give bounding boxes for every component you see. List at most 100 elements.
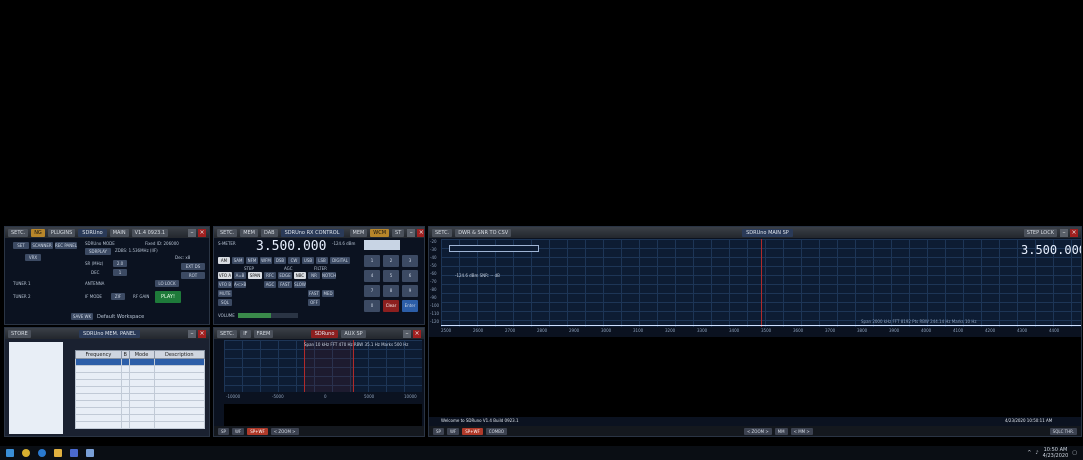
- aux-wf-button[interactable]: WF: [231, 427, 245, 435]
- nr-button[interactable]: NR: [308, 272, 320, 279]
- aux-close-icon[interactable]: ×: [413, 329, 421, 338]
- table-row[interactable]: [75, 421, 206, 429]
- aux-if-button[interactable]: IF: [240, 329, 251, 338]
- agc-button[interactable]: AGC: [264, 281, 276, 288]
- tray-chevron-icon[interactable]: ^: [1027, 450, 1031, 456]
- aux-zoom-button[interactable]: < ZOOM >: [270, 427, 299, 435]
- chrome-icon[interactable]: [22, 449, 30, 457]
- waterfall[interactable]: [429, 337, 1081, 417]
- table-row[interactable]: [75, 379, 206, 387]
- rx-minimize-icon[interactable]: –: [407, 228, 416, 237]
- close-icon[interactable]: ×: [198, 228, 206, 237]
- nbc-button[interactable]: NBC: [294, 272, 306, 279]
- mem-close-icon[interactable]: ×: [198, 329, 207, 338]
- aux-waterfall[interactable]: [224, 404, 422, 426]
- setc-button[interactable]: SETC.: [8, 228, 29, 237]
- key-3[interactable]: 3: [402, 255, 418, 267]
- step-lock-button[interactable]: STEP LOCK: [1023, 228, 1058, 237]
- col-description[interactable]: Description: [153, 350, 206, 359]
- main-spectrum-plot[interactable]: -124.6 dBm SNR: -- dB 3.500.000 Span 200…: [441, 239, 1081, 327]
- sdruno-icon[interactable]: [70, 449, 78, 457]
- key-9[interactable]: 9: [402, 285, 418, 297]
- col-mode[interactable]: Mode: [128, 350, 155, 359]
- mode-cw[interactable]: CW: [288, 257, 300, 264]
- minimize-icon[interactable]: –: [188, 228, 196, 237]
- scanner-button[interactable]: SCANNER: [31, 242, 53, 249]
- main-frequency-readout[interactable]: 3.500.000: [1021, 243, 1081, 257]
- mode-lsb[interactable]: LSB: [316, 257, 328, 264]
- key-5[interactable]: 5: [383, 270, 399, 282]
- sp-view-button[interactable]: SP: [433, 427, 444, 435]
- key-7[interactable]: 7: [364, 285, 380, 297]
- key-1[interactable]: 1: [364, 255, 380, 267]
- agc-off-button[interactable]: OFF: [308, 299, 320, 306]
- key-2[interactable]: 2: [383, 255, 399, 267]
- agc-med-button[interactable]: MED: [322, 290, 334, 297]
- explorer-icon[interactable]: [54, 449, 62, 457]
- key-clear[interactable]: Clear: [383, 300, 399, 312]
- mute-button[interactable]: MUTE: [218, 290, 232, 297]
- col-frequency[interactable]: Frequency: [75, 350, 122, 359]
- table-row[interactable]: [75, 400, 206, 408]
- a-swap-b-button[interactable]: A<>B: [234, 281, 246, 288]
- mode-wfm[interactable]: WFM: [260, 257, 272, 264]
- a-eq-b-button[interactable]: A=B: [234, 272, 246, 279]
- table-row[interactable]: [75, 414, 206, 422]
- notification-icon[interactable]: ▢: [1072, 450, 1077, 456]
- rx-st-button[interactable]: ST: [392, 228, 405, 237]
- agc-fast-button[interactable]: FAST: [308, 290, 320, 297]
- rx-wcm-button[interactable]: WCM: [370, 228, 390, 237]
- mode-am[interactable]: AM: [218, 257, 230, 264]
- memory-side-list[interactable]: [9, 342, 63, 434]
- sp-close-icon[interactable]: ×: [1070, 228, 1079, 237]
- mode-sam[interactable]: SAM: [232, 257, 244, 264]
- volume-slider[interactable]: [238, 313, 298, 318]
- clock[interactable]: 10:50 AM 4/23/2020: [1043, 447, 1069, 459]
- fast-button[interactable]: FAST: [278, 281, 292, 288]
- table-row[interactable]: [75, 407, 206, 415]
- aux-setc-button[interactable]: SETC.: [217, 329, 238, 338]
- rot-button[interactable]: ROT: [181, 272, 205, 279]
- mode-nfm[interactable]: NFM: [246, 257, 258, 264]
- aux-frem-button[interactable]: FREM: [253, 329, 274, 338]
- span-button[interactable]: SPAN: [248, 272, 262, 279]
- vrx-button[interactable]: VRX: [25, 254, 41, 261]
- ext-ds-button[interactable]: EXT DS: [181, 263, 205, 270]
- mem-minimize-icon[interactable]: –: [188, 329, 197, 338]
- mm-button[interactable]: MM: [774, 427, 788, 435]
- table-row[interactable]: [75, 372, 206, 380]
- key-6[interactable]: 6: [402, 270, 418, 282]
- store-button[interactable]: STORE: [8, 329, 31, 338]
- vfo-b-button[interactable]: VFO B: [218, 281, 232, 288]
- sp-setc-button[interactable]: SETC.: [432, 228, 453, 237]
- app-icon[interactable]: [86, 449, 94, 457]
- rx-dab-button[interactable]: DAB: [260, 228, 278, 237]
- aux-sp-button[interactable]: SP: [218, 427, 229, 435]
- table-row[interactable]: [75, 365, 206, 373]
- aux-spectrum-plot[interactable]: Span 10 kHz FFT 470 Hz RBW 35.1 Hz Marks…: [224, 340, 422, 392]
- table-row[interactable]: [75, 358, 206, 366]
- key-enter[interactable]: Enter: [402, 300, 418, 312]
- rfc-button[interactable]: RFC: [264, 272, 276, 279]
- mode-dsb[interactable]: DSB: [274, 257, 286, 264]
- sp-minimize-icon[interactable]: –: [1060, 228, 1069, 237]
- rx-mem2-button[interactable]: MEM: [349, 228, 368, 237]
- key-0[interactable]: 0: [364, 300, 380, 312]
- mode-digital[interactable]: DIGITAL: [330, 257, 350, 264]
- set-button[interactable]: SET: [13, 242, 29, 249]
- mode-usb[interactable]: USB: [302, 257, 314, 264]
- plugins-button[interactable]: PLUGINS: [47, 228, 76, 237]
- key-4[interactable]: 4: [364, 270, 380, 282]
- table-row[interactable]: [75, 386, 206, 394]
- wf-view-button[interactable]: WF: [446, 427, 460, 435]
- save-workspace-button[interactable]: SAVE WK: [71, 313, 93, 320]
- combo-view-button[interactable]: COMBO: [485, 427, 507, 435]
- rx-setc-button[interactable]: SETC.: [217, 228, 238, 237]
- zoom-button[interactable]: < ZOOM >: [743, 427, 772, 435]
- col-b[interactable]: B: [120, 350, 130, 359]
- table-row[interactable]: [75, 393, 206, 401]
- dwr-csv-button[interactable]: DWR & SNR TO CSV: [455, 228, 512, 237]
- rx-close-icon[interactable]: ×: [417, 228, 424, 237]
- dec-select[interactable]: 1: [113, 269, 127, 276]
- rec-panel-button[interactable]: REC PANEL: [55, 242, 77, 249]
